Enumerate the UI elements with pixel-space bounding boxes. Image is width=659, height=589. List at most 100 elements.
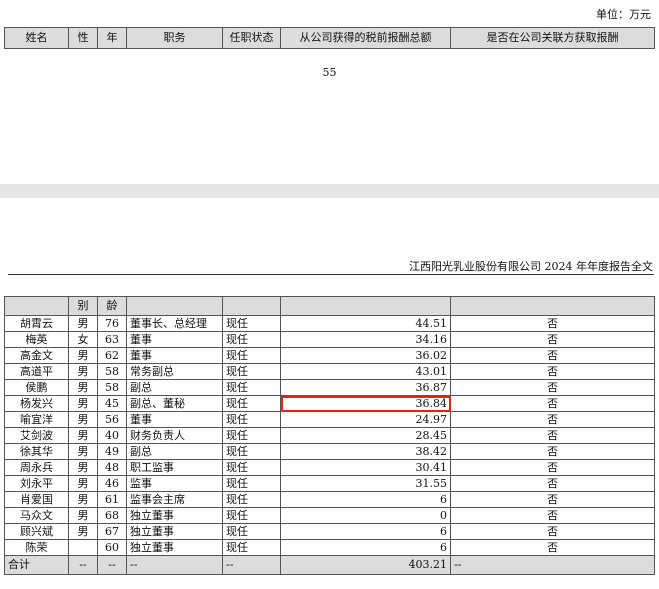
cell-gender: 男 [68, 363, 98, 380]
cell-related: 否 [450, 331, 655, 348]
header-name: 姓名 [4, 27, 69, 49]
cell-title: 副总 [126, 379, 223, 396]
cell-related: 否 [450, 427, 655, 444]
cell-gender: 男 [68, 523, 98, 540]
header-related: 是否在公司关联方获取报酬 [450, 27, 655, 49]
cell-name: 马众文 [4, 507, 69, 524]
cell-name: 徐其华 [4, 443, 69, 460]
cell-status: 现任 [222, 443, 281, 460]
cell-related: 否 [450, 459, 655, 476]
total-row: 合计 -- -- -- -- 403.21 -- [4, 555, 655, 575]
cell-pay-highlighted: 36.84 [280, 395, 451, 412]
header-title: 职务 [126, 27, 223, 49]
page-gap [0, 184, 659, 198]
cell-age: 67 [97, 523, 127, 540]
cell-gender [68, 539, 98, 556]
cell-name: 高道平 [4, 363, 69, 380]
cell-age: 56 [97, 411, 127, 428]
cell-pay: 43.01 [280, 363, 451, 380]
table-row: 陈荣 60 独立董事 现任 6 否 [4, 539, 655, 556]
cell-gender: 男 [68, 507, 98, 524]
table-row: 高道平男 58 常务副总 现任 43.01 否 [4, 363, 655, 380]
cell-age: 60 [97, 539, 127, 556]
cell-gender: 男 [68, 459, 98, 476]
cell-pay: 30.41 [280, 459, 451, 476]
header-pay: 从公司获得的税前报酬总额 [280, 27, 451, 49]
page-number: 55 [322, 66, 337, 79]
cell-related: 否 [450, 491, 655, 508]
cont-header-pay [280, 296, 451, 316]
cell-status: 现任 [222, 347, 281, 364]
cont-header-name [4, 296, 69, 316]
cell-related: 否 [450, 443, 655, 460]
cell-gender: 男 [68, 443, 98, 460]
header-age: 年 [97, 27, 127, 49]
cell-gender: 男 [68, 315, 98, 332]
cell-title: 财务负责人 [126, 427, 223, 444]
cell-status: 现任 [222, 491, 281, 508]
cont-header-gender: 别 [68, 296, 98, 316]
cell-gender: 女 [68, 331, 98, 348]
top-header-row: 姓名 性 年 职务 任职状态 从公司获得的税前报酬总额 是否在公司关联方获取报酬 [4, 27, 655, 49]
cell-pay: 38.42 [280, 443, 451, 460]
cell-gender: 男 [68, 347, 98, 364]
cell-gender: 男 [68, 491, 98, 508]
cell-name: 刘永平 [4, 475, 69, 492]
table-row: 喻宜洋男 56 董事 现任 24.97 否 [4, 411, 655, 428]
cell-name: 胡霄云 [4, 315, 69, 332]
cell-name: 高金文 [4, 347, 69, 364]
cell-name: 杨发兴 [4, 395, 69, 412]
cell-related: 否 [450, 411, 655, 428]
table-row: 周永兵男 48 职工监事 现任 30.41 否 [4, 459, 655, 476]
cell-age: 45 [97, 395, 127, 412]
cell-age: 40 [97, 427, 127, 444]
cell-name: 肖爱国 [4, 491, 69, 508]
compensation-table: 别 龄 胡霄云男 76 董事长、总经理 现任 44.51 否梅英女 63 董事 现任 34.16 否… [4, 296, 655, 575]
cell-title: 独立董事 [126, 523, 223, 540]
cell-pay: 6 [280, 539, 451, 556]
cell-related: 否 [450, 539, 655, 556]
table-row: 刘永平男 46 监事 现任 31.55 否 [4, 475, 655, 492]
cell-gender: 男 [68, 379, 98, 396]
unit-label: 单位：万元 [596, 8, 651, 21]
cont-header-age: 龄 [97, 296, 127, 316]
cont-header-related [450, 296, 655, 316]
table-row: 艾剑波男 40 财务负责人 现任 28.45 否 [4, 427, 655, 444]
cell-age: 63 [97, 331, 127, 348]
cell-status: 现任 [222, 475, 281, 492]
cell-related: 否 [450, 507, 655, 524]
cell-status: 现任 [222, 363, 281, 380]
table-row: 杨发兴男 45 副总、董秘 现任 36.84 否 [4, 395, 655, 412]
cell-name: 艾剑波 [4, 427, 69, 444]
cell-related: 否 [450, 395, 655, 412]
cell-status: 现任 [222, 539, 281, 556]
cell-age: 58 [97, 379, 127, 396]
total-pay: 403.21 [280, 555, 451, 575]
cell-pay: 44.51 [280, 315, 451, 332]
cell-related: 否 [450, 315, 655, 332]
top-header-table: 姓名 性 年 职务 任职状态 从公司获得的税前报酬总额 是否在公司关联方获取报酬 [4, 27, 655, 49]
cell-age: 48 [97, 459, 127, 476]
cell-age: 76 [97, 315, 127, 332]
cell-pay: 28.45 [280, 427, 451, 444]
table-row: 马众文男 68 独立董事 现任 0 否 [4, 507, 655, 524]
cell-gender: 男 [68, 427, 98, 444]
cell-pay: 24.97 [280, 411, 451, 428]
cell-title: 董事 [126, 331, 223, 348]
cell-name: 顾兴斌 [4, 523, 69, 540]
cell-title: 常务副总 [126, 363, 223, 380]
total-gender: -- [68, 555, 98, 575]
cont-header-status [222, 296, 281, 316]
cell-age: 46 [97, 475, 127, 492]
total-related: -- [450, 555, 655, 575]
cell-title: 监事会主席 [126, 491, 223, 508]
cell-name: 梅英 [4, 331, 69, 348]
cont-header-title [126, 296, 223, 316]
table-row: 高金文男 62 董事 现任 36.02 否 [4, 347, 655, 364]
cell-related: 否 [450, 379, 655, 396]
cell-title: 副总 [126, 443, 223, 460]
cell-title: 监事 [126, 475, 223, 492]
total-status: -- [222, 555, 281, 575]
cell-title: 职工监事 [126, 459, 223, 476]
cell-name: 周永兵 [4, 459, 69, 476]
